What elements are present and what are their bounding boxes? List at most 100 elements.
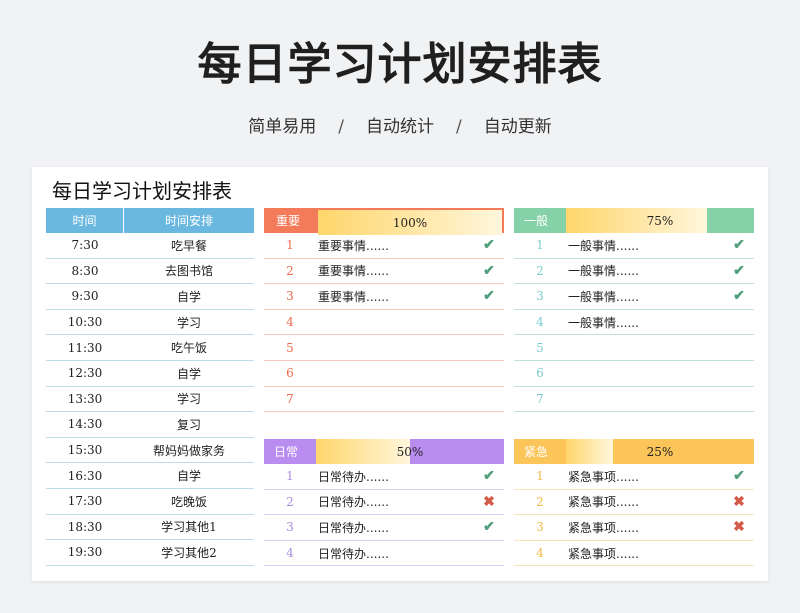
table-row[interactable]: 9:30 自学	[46, 284, 254, 310]
table-row[interactable]: 10:30 学习	[46, 310, 254, 336]
task-row[interactable]: 3 重要事情...... ✔	[264, 284, 504, 310]
cross-icon[interactable]: ✖	[724, 519, 754, 535]
task-row[interactable]: 7	[264, 387, 504, 413]
task-row[interactable]: 6	[514, 361, 754, 387]
table-row[interactable]: 12:30 自学	[46, 361, 254, 387]
plan-cell[interactable]: 去图书馆	[124, 259, 254, 284]
check-icon[interactable]: ✔	[474, 468, 504, 484]
time-cell[interactable]: 11:30	[46, 335, 124, 360]
task-row[interactable]: 4 日常待办......	[264, 541, 504, 567]
table-row[interactable]: 14:30 复习	[46, 412, 254, 438]
check-icon[interactable]: ✔	[724, 288, 754, 304]
plan-cell[interactable]: 学习	[124, 387, 254, 412]
task-row[interactable]: 1 重要事情...... ✔	[264, 233, 504, 259]
check-icon[interactable]: ✔	[724, 263, 754, 279]
time-cell[interactable]: 13:30	[46, 387, 124, 412]
task-row[interactable]: 4 紧急事项......	[514, 541, 754, 567]
panel-daily: 日常 50% 1 日常待办...... ✔ 2 日常待办...... ✖ 3 日常待办......…	[264, 439, 504, 567]
task-text[interactable]: 紧急事项......	[566, 519, 724, 536]
task-text[interactable]: 重要事情......	[316, 237, 474, 254]
time-cell[interactable]: 8:30	[46, 259, 124, 284]
time-cell[interactable]: 7:30	[46, 233, 124, 258]
task-row[interactable]: 3 日常待办...... ✔	[264, 515, 504, 541]
task-row[interactable]: 2 日常待办...... ✖	[264, 490, 504, 516]
progress-bar: 50%	[316, 439, 504, 464]
table-row[interactable]: 19:30 学习其他2	[46, 540, 254, 566]
task-row[interactable]: 1 紧急事项...... ✔	[514, 464, 754, 490]
task-number: 2	[536, 494, 544, 509]
table-row[interactable]: 17:30 吃晚饭	[46, 489, 254, 515]
task-text[interactable]: 紧急事项......	[566, 493, 724, 510]
plan-cell[interactable]: 学习其他1	[124, 515, 254, 540]
task-row[interactable]: 1 一般事情...... ✔	[514, 233, 754, 259]
task-row[interactable]: 2 一般事情...... ✔	[514, 259, 754, 285]
check-icon[interactable]: ✔	[724, 468, 754, 484]
table-row[interactable]: 13:30 学习	[46, 387, 254, 413]
task-row[interactable]: 3 紧急事项...... ✖	[514, 515, 754, 541]
cross-icon[interactable]: ✖	[474, 494, 504, 510]
task-row[interactable]: 2 重要事情...... ✔	[264, 259, 504, 285]
plan-cell[interactable]: 复习	[124, 412, 254, 437]
task-row[interactable]: 3 一般事情...... ✔	[514, 284, 754, 310]
time-cell[interactable]: 17:30	[46, 489, 124, 514]
time-cell[interactable]: 10:30	[46, 310, 124, 335]
table-row[interactable]: 11:30 吃午饭	[46, 335, 254, 361]
subtitle-auto-stats: 自动统计	[366, 117, 434, 137]
plan-cell[interactable]: 学习	[124, 310, 254, 335]
task-text[interactable]: 一般事情......	[566, 237, 724, 254]
task-text[interactable]: 紧急事项......	[566, 545, 724, 562]
time-cell[interactable]: 12:30	[46, 361, 124, 386]
task-text[interactable]: 日常待办......	[316, 493, 474, 510]
check-icon[interactable]: ✔	[474, 519, 504, 535]
table-row[interactable]: 18:30 学习其他1	[46, 515, 254, 541]
plan-cell[interactable]: 自学	[124, 361, 254, 386]
task-text[interactable]: 日常待办......	[316, 468, 474, 485]
task-row[interactable]: 4 一般事情......	[514, 310, 754, 336]
task-text[interactable]: 日常待办......	[316, 519, 474, 536]
panel-header: 日常 50%	[264, 439, 504, 464]
plan-cell[interactable]: 帮妈妈做家务	[124, 438, 254, 463]
task-number: 6	[286, 366, 294, 381]
check-icon[interactable]: ✔	[474, 237, 504, 253]
task-text[interactable]: 重要事情......	[316, 262, 474, 279]
task-text[interactable]: 一般事情......	[566, 288, 724, 305]
time-cell[interactable]: 15:30	[46, 438, 124, 463]
time-cell[interactable]: 9:30	[46, 284, 124, 309]
plan-cell[interactable]: 自学	[124, 284, 254, 309]
task-number: 2	[536, 263, 544, 278]
table-row[interactable]: 7:30 吃早餐	[46, 233, 254, 259]
task-row[interactable]: 5	[264, 335, 504, 361]
plan-cell[interactable]: 吃晚饭	[124, 489, 254, 514]
task-row[interactable]: 4	[264, 310, 504, 336]
check-icon[interactable]: ✔	[724, 237, 754, 253]
task-number: 5	[536, 340, 544, 355]
task-row[interactable]: 1 日常待办...... ✔	[264, 464, 504, 490]
plan-cell[interactable]: 自学	[124, 463, 254, 488]
task-text[interactable]: 日常待办......	[316, 545, 474, 562]
task-text[interactable]: 重要事情......	[316, 288, 474, 305]
task-number: 4	[536, 315, 544, 330]
time-cell[interactable]: 19:30	[46, 540, 124, 565]
task-text[interactable]: 一般事情......	[566, 314, 724, 331]
table-row[interactable]: 15:30 帮妈妈做家务	[46, 438, 254, 464]
task-number: 7	[286, 391, 294, 406]
plan-cell[interactable]: 吃午饭	[124, 335, 254, 360]
task-number: 3	[536, 289, 544, 304]
time-cell[interactable]: 14:30	[46, 412, 124, 437]
check-icon[interactable]: ✔	[474, 288, 504, 304]
time-cell[interactable]: 18:30	[46, 515, 124, 540]
table-row[interactable]: 16:30 自学	[46, 463, 254, 489]
panel-label: 重要	[266, 210, 318, 231]
task-text[interactable]: 紧急事项......	[566, 468, 724, 485]
task-text[interactable]: 一般事情......	[566, 262, 724, 279]
plan-cell[interactable]: 学习其他2	[124, 540, 254, 565]
task-row[interactable]: 5	[514, 335, 754, 361]
table-row[interactable]: 8:30 去图书馆	[46, 259, 254, 285]
time-cell[interactable]: 16:30	[46, 463, 124, 488]
task-row[interactable]: 7	[514, 387, 754, 413]
cross-icon[interactable]: ✖	[724, 494, 754, 510]
plan-cell[interactable]: 吃早餐	[124, 233, 254, 258]
check-icon[interactable]: ✔	[474, 263, 504, 279]
task-row[interactable]: 2 紧急事项...... ✖	[514, 490, 754, 516]
task-row[interactable]: 6	[264, 361, 504, 387]
